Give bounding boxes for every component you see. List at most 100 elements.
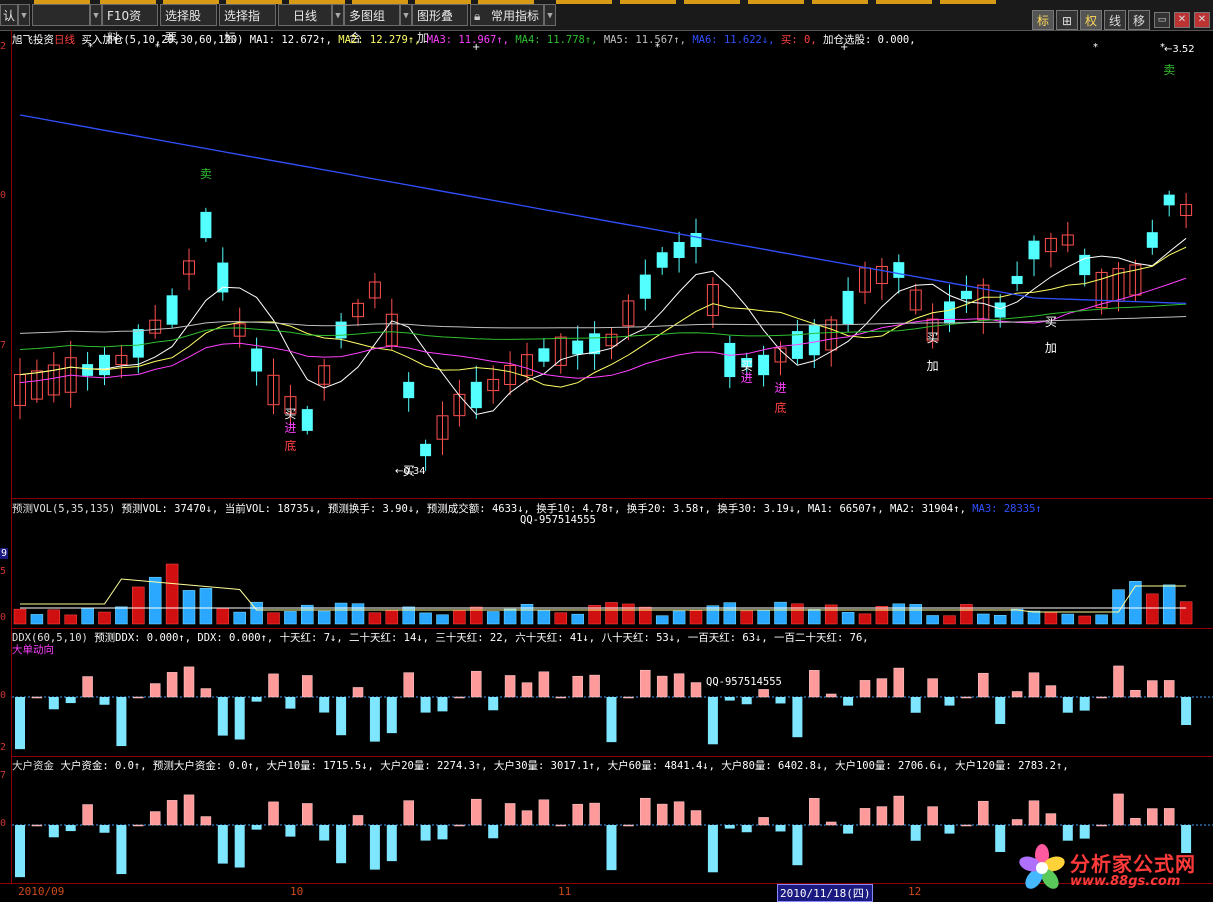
ddx-bar: [336, 825, 347, 864]
volume-bar: [385, 610, 399, 625]
ddx-bar: [488, 697, 499, 711]
grid-button[interactable]: ⊞: [1056, 10, 1078, 30]
overlay-button[interactable]: 图形叠加: [412, 4, 468, 45]
volume-bar: [791, 603, 804, 625]
ddx-bar: [1147, 808, 1158, 826]
chevron-down-icon[interactable]: ▼: [332, 4, 344, 26]
ddx-bar: [268, 801, 279, 826]
volume-bar: [453, 609, 466, 625]
star-marker: *: [88, 42, 93, 53]
site-logo: 分析家公式网 www.88gs.com: [1018, 842, 1208, 894]
toolbar-tab: [940, 0, 996, 4]
rights-button[interactable]: 权: [1080, 10, 1102, 30]
select-stock-button[interactable]: 选择股票: [160, 4, 217, 45]
add-signal: 加: [927, 359, 939, 373]
buy-signal: 买: [1045, 315, 1057, 329]
ddx-bar: [623, 824, 634, 827]
candle-body: [538, 348, 550, 362]
line-button[interactable]: 线: [1104, 10, 1126, 30]
ddx-bar: [1062, 825, 1073, 841]
candle-body: [251, 348, 263, 372]
ddx-bar: [1011, 819, 1023, 826]
candle-body: [994, 302, 1006, 318]
mark-button[interactable]: 标: [1032, 10, 1054, 30]
volume-chart[interactable]: [0, 498, 1213, 628]
volume-bar: [757, 609, 770, 625]
volume-bar: [1129, 581, 1142, 625]
volume-bar: [284, 611, 297, 625]
ddx-bar: [859, 808, 871, 826]
ddx-bar: [707, 825, 718, 873]
toolbar-left-stub[interactable]: 认: [0, 4, 18, 26]
minimize-icon[interactable]: ▭: [1154, 12, 1170, 28]
volume-bar: [1146, 593, 1159, 625]
candle-body: [82, 364, 94, 376]
enter-signal: 进: [284, 421, 296, 435]
ddx-bar: [403, 800, 414, 826]
candle-body: [639, 274, 651, 299]
ddx-bar: [166, 672, 178, 698]
candlestick-chart[interactable]: 卖卖买进底买买进进底买加买加←3.52←0.34* * * * *+ +: [0, 30, 1213, 498]
ddx-bar: [775, 825, 786, 832]
ddx-bar: [792, 697, 803, 738]
chevron-down-icon[interactable]: ▼: [400, 4, 412, 26]
chevron-down-icon[interactable]: ▼: [18, 4, 30, 26]
ddx-bar: [319, 697, 330, 713]
volume-bar: [622, 603, 635, 625]
ddx-bar: [420, 697, 431, 713]
candle-body: [960, 290, 972, 300]
stock-code-input[interactable]: [32, 4, 90, 26]
chevron-down-icon[interactable]: ▼: [544, 4, 556, 26]
ddx-chart[interactable]: [0, 628, 1213, 756]
volume-bar: [182, 590, 196, 625]
close-icon[interactable]: ✕: [1174, 12, 1190, 28]
ddx-bar: [15, 697, 25, 750]
volume-bar: [267, 612, 280, 625]
volume-bar: [486, 611, 500, 625]
ddx-bar: [1181, 697, 1192, 726]
ddx-bar: [302, 675, 313, 698]
move-button[interactable]: 移: [1128, 10, 1150, 30]
ddx-bar: [369, 697, 380, 742]
volume-bar: [858, 613, 872, 625]
f10-button[interactable]: F10资料: [102, 4, 158, 45]
volume-bar: [926, 615, 939, 625]
close-icon[interactable]: ✕: [1194, 12, 1210, 28]
toolbar-tab: [556, 0, 612, 4]
ma30-line: [19, 303, 1187, 350]
candle-body: [808, 324, 820, 356]
candle-body: [944, 301, 955, 324]
select-indicator-button[interactable]: 选择指标: [219, 4, 276, 45]
ddx-bar: [1011, 691, 1023, 698]
ddx-bar: [1028, 800, 1040, 826]
ddx-bar: [302, 803, 313, 826]
ddx-bar: [116, 825, 127, 875]
ddx-bar: [200, 816, 212, 826]
candle-body: [690, 233, 702, 247]
bottom-signal: 底: [284, 438, 296, 453]
ddx-bar: [116, 697, 127, 747]
volume-bar: [554, 612, 568, 625]
ma120-line: [19, 114, 1187, 305]
ddx-bar: [961, 824, 972, 827]
ddx-bar: [893, 795, 905, 826]
ddx-bar: [775, 697, 786, 704]
multi-chart-button[interactable]: 多图组合: [344, 4, 400, 45]
ddx-bar: [268, 673, 279, 698]
date-axis-label: 12: [908, 885, 922, 898]
chevron-down-icon[interactable]: ▼: [90, 4, 102, 26]
ddx-bar: [437, 825, 448, 840]
ddx-bar: [555, 824, 567, 827]
ddx-bar: [809, 798, 820, 826]
ddx-bar: [99, 697, 110, 705]
volume-bar: [199, 588, 213, 625]
ddx-bar: [572, 675, 583, 698]
period-select[interactable]: 日线: [278, 4, 332, 26]
volume-bar: [808, 609, 821, 625]
lock-icon: 🔒︎: [474, 9, 481, 23]
candle-body: [724, 342, 736, 378]
ddx-bar: [690, 682, 702, 698]
volume-bar: [1078, 615, 1091, 625]
common-indicator-button[interactable]: 🔒︎ 常用指标: [470, 4, 544, 26]
volume-bar: [571, 613, 584, 625]
